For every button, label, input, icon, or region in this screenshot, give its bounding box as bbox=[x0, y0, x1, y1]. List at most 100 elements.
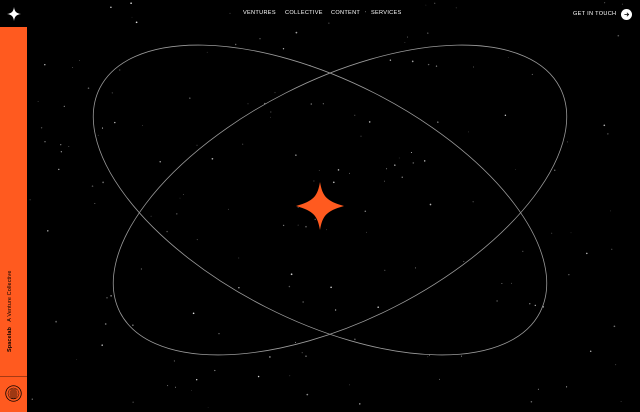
star-dot bbox=[537, 388, 539, 390]
star-dot bbox=[406, 36, 409, 38]
seal-badge-icon bbox=[5, 385, 22, 402]
star-dot bbox=[247, 103, 249, 105]
star-dot bbox=[102, 181, 104, 184]
nav-item-ventures[interactable]: VENTURES bbox=[243, 10, 276, 16]
star-dot bbox=[589, 350, 592, 353]
star-dot bbox=[414, 267, 416, 269]
star-dot bbox=[425, 4, 427, 6]
orange-star-icon bbox=[296, 182, 344, 230]
star-dot bbox=[270, 111, 272, 113]
star-dot bbox=[94, 202, 96, 205]
nav-item-content[interactable]: CONTENT bbox=[331, 10, 360, 16]
star-dot bbox=[289, 375, 291, 377]
star-dot bbox=[55, 320, 57, 323]
star-dot bbox=[282, 48, 285, 50]
star-dot bbox=[404, 42, 406, 43]
star-dot bbox=[468, 131, 469, 133]
star-dot bbox=[332, 181, 335, 184]
star-dot bbox=[72, 67, 74, 68]
star-dot bbox=[207, 407, 209, 408]
star-dot bbox=[435, 65, 438, 67]
nav-item-collective[interactable]: COLLECTIVE bbox=[285, 10, 323, 16]
star-dot bbox=[349, 172, 350, 174]
star-dot bbox=[621, 3, 623, 5]
star-dot bbox=[410, 152, 412, 153]
star-dot bbox=[334, 309, 337, 311]
star-dot bbox=[615, 364, 617, 366]
star-dot bbox=[354, 338, 356, 341]
star-dot bbox=[437, 121, 439, 123]
star-dot bbox=[607, 133, 609, 135]
star-dot bbox=[384, 269, 386, 271]
star-dot bbox=[322, 103, 324, 105]
get-in-touch-button[interactable]: GET IN TOUCH bbox=[573, 6, 633, 22]
nav-item-services[interactable]: SERVICES bbox=[371, 10, 402, 16]
star-dot bbox=[377, 306, 380, 309]
star-dot bbox=[604, 2, 606, 4]
star-dot bbox=[364, 210, 367, 213]
star-dot bbox=[97, 134, 99, 136]
star-dot bbox=[91, 185, 94, 187]
star-dot bbox=[473, 66, 474, 68]
star-dot bbox=[101, 344, 103, 346]
star-dot bbox=[290, 273, 293, 276]
star-dot bbox=[586, 252, 588, 255]
star-dot bbox=[530, 400, 533, 403]
star-dot bbox=[274, 92, 276, 94]
star-dot bbox=[611, 248, 613, 250]
star-dot bbox=[427, 356, 429, 358]
sidebar: Spacelab A Venture Collective bbox=[0, 0, 27, 412]
get-in-touch-label: GET IN TOUCH bbox=[573, 11, 617, 17]
star-dot bbox=[515, 168, 516, 170]
star-dot bbox=[259, 38, 261, 40]
star-dot bbox=[411, 60, 414, 63]
star-dot bbox=[427, 32, 429, 34]
star-dot bbox=[460, 355, 463, 357]
star-dot bbox=[132, 401, 134, 403]
star-dot bbox=[166, 230, 168, 233]
star-dot bbox=[295, 31, 298, 34]
star-dot bbox=[306, 393, 309, 396]
star-dot bbox=[106, 296, 108, 299]
space-hero bbox=[27, 0, 640, 412]
star-dot bbox=[269, 356, 271, 358]
tagline-text: A Venture Collective bbox=[7, 270, 13, 322]
star-dot bbox=[288, 285, 291, 288]
star-dot bbox=[135, 21, 138, 24]
star-dot bbox=[359, 403, 361, 405]
star-dot bbox=[60, 144, 62, 146]
star-dot bbox=[472, 201, 474, 203]
star-dot bbox=[257, 375, 260, 378]
star-dot bbox=[511, 282, 512, 284]
star-dot bbox=[617, 34, 620, 37]
star-dot bbox=[150, 215, 152, 217]
star-dot bbox=[167, 385, 169, 387]
star-dot bbox=[313, 180, 315, 182]
star-dot bbox=[610, 210, 611, 212]
star-dot bbox=[196, 379, 198, 381]
star-dot bbox=[318, 170, 320, 171]
star-dot bbox=[551, 232, 553, 234]
star-dot bbox=[297, 207, 299, 208]
star-dot bbox=[76, 359, 78, 361]
star-dot bbox=[455, 7, 457, 9]
star-dot bbox=[504, 114, 507, 117]
star-dot bbox=[366, 231, 367, 233]
star-dot bbox=[29, 199, 31, 201]
star-dot bbox=[119, 69, 121, 71]
star-dot bbox=[211, 157, 214, 160]
star-dot bbox=[294, 341, 297, 343]
star-dot bbox=[297, 224, 299, 226]
star-dot bbox=[37, 101, 39, 102]
star-dot bbox=[310, 103, 313, 105]
star-dot bbox=[439, 378, 440, 380]
arrow-right-icon bbox=[624, 11, 630, 17]
star-dot bbox=[101, 127, 104, 129]
star-dot bbox=[159, 161, 161, 163]
star-dot bbox=[206, 51, 208, 53]
star-dot bbox=[183, 194, 184, 195]
star-dot bbox=[337, 169, 340, 171]
star-dot bbox=[529, 303, 531, 305]
star-dot bbox=[330, 286, 332, 289]
star-dot bbox=[507, 57, 509, 58]
